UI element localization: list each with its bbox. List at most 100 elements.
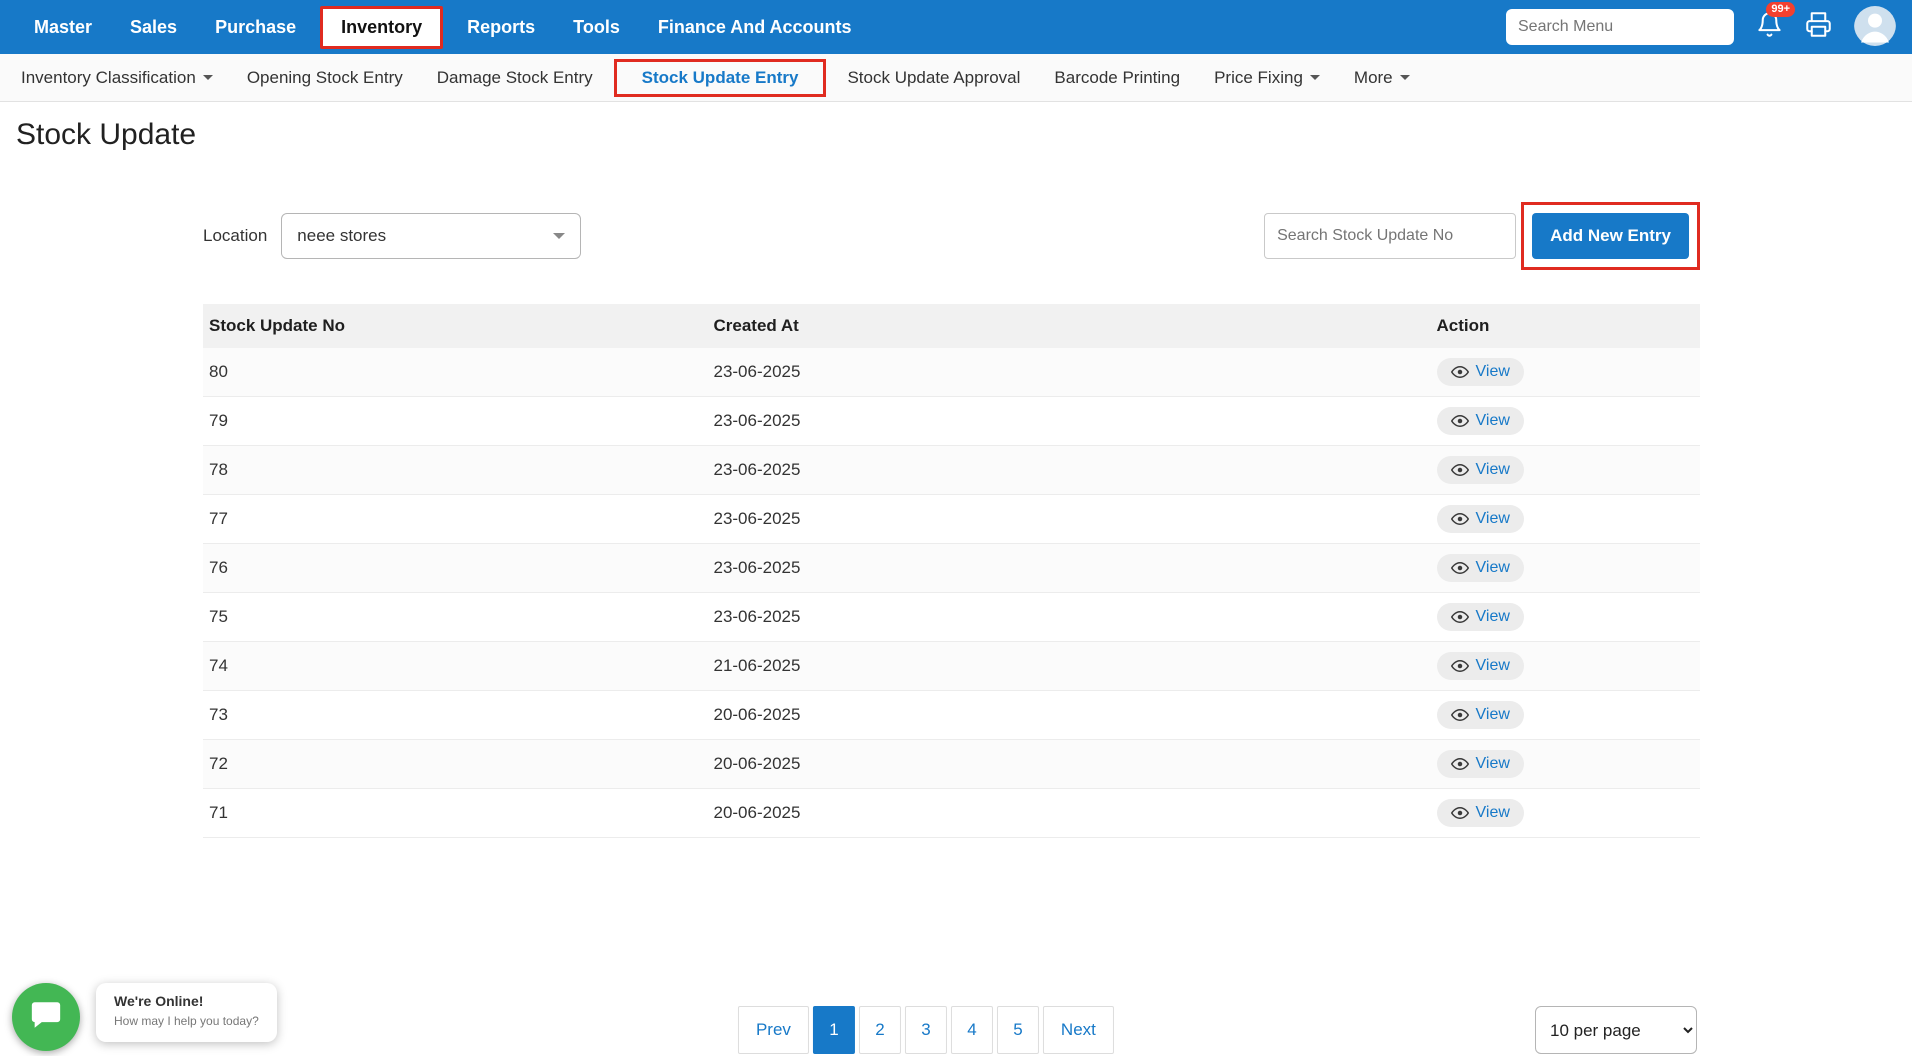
stock-update-search-input[interactable] bbox=[1264, 213, 1516, 259]
table-row: 80 23-06-2025 View bbox=[203, 348, 1700, 397]
nav-item-finance-and-accounts[interactable]: Finance And Accounts bbox=[644, 8, 866, 47]
nav-item-sales[interactable]: Sales bbox=[116, 8, 191, 47]
pagination: Prev 12345 Next bbox=[738, 1006, 1114, 1054]
subnav-item-label: Opening Stock Entry bbox=[247, 68, 403, 88]
eye-icon bbox=[1451, 804, 1469, 822]
chevron-down-icon bbox=[553, 233, 565, 239]
per-page-select[interactable]: 10 per page bbox=[1535, 1006, 1697, 1054]
location-label: Location bbox=[203, 226, 267, 246]
subnav-item-label: Barcode Printing bbox=[1054, 68, 1180, 88]
stock-update-no-cell: 76 bbox=[203, 544, 707, 593]
view-button[interactable]: View bbox=[1437, 505, 1524, 533]
content-area: Location neee stores Add New Entry Stock… bbox=[0, 202, 1912, 838]
notification-badge: 99+ bbox=[1766, 2, 1795, 17]
avatar[interactable] bbox=[1854, 6, 1896, 48]
page-button-2[interactable]: 2 bbox=[859, 1006, 901, 1054]
table-row: 78 23-06-2025 View bbox=[203, 446, 1700, 495]
next-page-button[interactable]: Next bbox=[1043, 1006, 1114, 1054]
chat-launcher-button[interactable] bbox=[12, 983, 80, 1051]
chat-help-text: How may I help you today? bbox=[114, 1014, 259, 1028]
subnav-item-label: More bbox=[1354, 68, 1393, 88]
subnav-item-label: Stock Update Approval bbox=[847, 68, 1020, 88]
view-button[interactable]: View bbox=[1437, 554, 1524, 582]
action-cell: View bbox=[1431, 495, 1700, 544]
nav-item-tools[interactable]: Tools bbox=[559, 8, 634, 47]
chevron-down-icon bbox=[1400, 75, 1410, 80]
chat-online-text: We're Online! bbox=[114, 993, 259, 1009]
add-new-entry-button[interactable]: Add New Entry bbox=[1532, 213, 1689, 259]
subnav-item-stock-update-entry[interactable]: Stock Update Entry bbox=[614, 59, 827, 97]
page-button-1[interactable]: 1 bbox=[813, 1006, 855, 1054]
view-button-label: View bbox=[1476, 510, 1510, 528]
chat-bubble-icon bbox=[29, 998, 63, 1037]
subnav-item-price-fixing[interactable]: Price Fixing bbox=[1201, 59, 1333, 97]
table-row: 75 23-06-2025 View bbox=[203, 593, 1700, 642]
page-button-3[interactable]: 3 bbox=[905, 1006, 947, 1054]
table-header-row: Stock Update No Created At Action bbox=[203, 304, 1700, 348]
view-button-label: View bbox=[1476, 363, 1510, 381]
eye-icon bbox=[1451, 657, 1469, 675]
eye-icon bbox=[1451, 559, 1469, 577]
menu-search-input[interactable] bbox=[1506, 9, 1734, 45]
eye-icon bbox=[1451, 755, 1469, 773]
chevron-down-icon bbox=[1310, 75, 1320, 80]
view-button[interactable]: View bbox=[1437, 701, 1524, 729]
subnav-item-label: Stock Update Entry bbox=[642, 68, 799, 88]
subnav-item-inventory-classification[interactable]: Inventory Classification bbox=[8, 59, 226, 97]
created-at-cell: 23-06-2025 bbox=[707, 593, 1430, 642]
annotation-highlight-box: Add New Entry bbox=[1521, 202, 1700, 270]
footer-row: Prev 12345 Next 10 per page bbox=[0, 1006, 1912, 1056]
stock-update-no-cell: 72 bbox=[203, 740, 707, 789]
print-button[interactable] bbox=[1805, 11, 1832, 43]
action-cell: View bbox=[1431, 397, 1700, 446]
table-row: 72 20-06-2025 View bbox=[203, 740, 1700, 789]
action-cell: View bbox=[1431, 593, 1700, 642]
view-button[interactable]: View bbox=[1437, 407, 1524, 435]
location-selected-value: neee stores bbox=[297, 226, 386, 246]
nav-item-purchase[interactable]: Purchase bbox=[201, 8, 310, 47]
subnav-item-label: Damage Stock Entry bbox=[437, 68, 593, 88]
subnav-item-more[interactable]: More bbox=[1341, 59, 1423, 97]
view-button[interactable]: View bbox=[1437, 750, 1524, 778]
view-button[interactable]: View bbox=[1437, 358, 1524, 386]
created-at-cell: 23-06-2025 bbox=[707, 397, 1430, 446]
view-button[interactable]: View bbox=[1437, 456, 1524, 484]
subnav-item-barcode-printing[interactable]: Barcode Printing bbox=[1041, 59, 1193, 97]
page-button-5[interactable]: 5 bbox=[997, 1006, 1039, 1054]
main-content: Stock Update Location neee stores Add Ne… bbox=[0, 118, 1912, 1056]
table-row: 76 23-06-2025 View bbox=[203, 544, 1700, 593]
eye-icon bbox=[1451, 363, 1469, 381]
stock-update-no-cell: 80 bbox=[203, 348, 707, 397]
view-button[interactable]: View bbox=[1437, 799, 1524, 827]
location-select[interactable]: neee stores bbox=[281, 213, 581, 259]
subnav-item-stock-update-approval[interactable]: Stock Update Approval bbox=[834, 59, 1033, 97]
nav-item-reports[interactable]: Reports bbox=[453, 8, 549, 47]
header-action: Action bbox=[1431, 304, 1700, 348]
per-page-wrap: 10 per page bbox=[1535, 1006, 1697, 1054]
view-button[interactable]: View bbox=[1437, 652, 1524, 680]
table-row: 77 23-06-2025 View bbox=[203, 495, 1700, 544]
view-button-label: View bbox=[1476, 608, 1510, 626]
stock-update-no-cell: 77 bbox=[203, 495, 707, 544]
created-at-cell: 20-06-2025 bbox=[707, 789, 1430, 838]
user-avatar-icon bbox=[1854, 6, 1896, 48]
stock-update-no-cell: 74 bbox=[203, 642, 707, 691]
nav-item-master[interactable]: Master bbox=[20, 8, 106, 47]
view-button-label: View bbox=[1476, 706, 1510, 724]
top-nav-right: 99+ bbox=[1506, 6, 1896, 48]
header-stock-update-no: Stock Update No bbox=[203, 304, 707, 348]
nav-item-inventory[interactable]: Inventory bbox=[320, 6, 443, 49]
action-cell: View bbox=[1431, 740, 1700, 789]
pagination-pages: 12345 bbox=[813, 1006, 1039, 1054]
created-at-cell: 23-06-2025 bbox=[707, 348, 1430, 397]
action-cell: View bbox=[1431, 544, 1700, 593]
subnav-item-damage-stock-entry[interactable]: Damage Stock Entry bbox=[424, 59, 606, 97]
notifications-button[interactable]: 99+ bbox=[1756, 11, 1783, 43]
view-button[interactable]: View bbox=[1437, 603, 1524, 631]
stock-update-no-cell: 75 bbox=[203, 593, 707, 642]
subnav-item-opening-stock-entry[interactable]: Opening Stock Entry bbox=[234, 59, 416, 97]
table-body: 80 23-06-2025 View 79 23-06-2025 bbox=[203, 348, 1700, 838]
page-button-4[interactable]: 4 bbox=[951, 1006, 993, 1054]
prev-page-button[interactable]: Prev bbox=[738, 1006, 809, 1054]
view-button-label: View bbox=[1476, 412, 1510, 430]
